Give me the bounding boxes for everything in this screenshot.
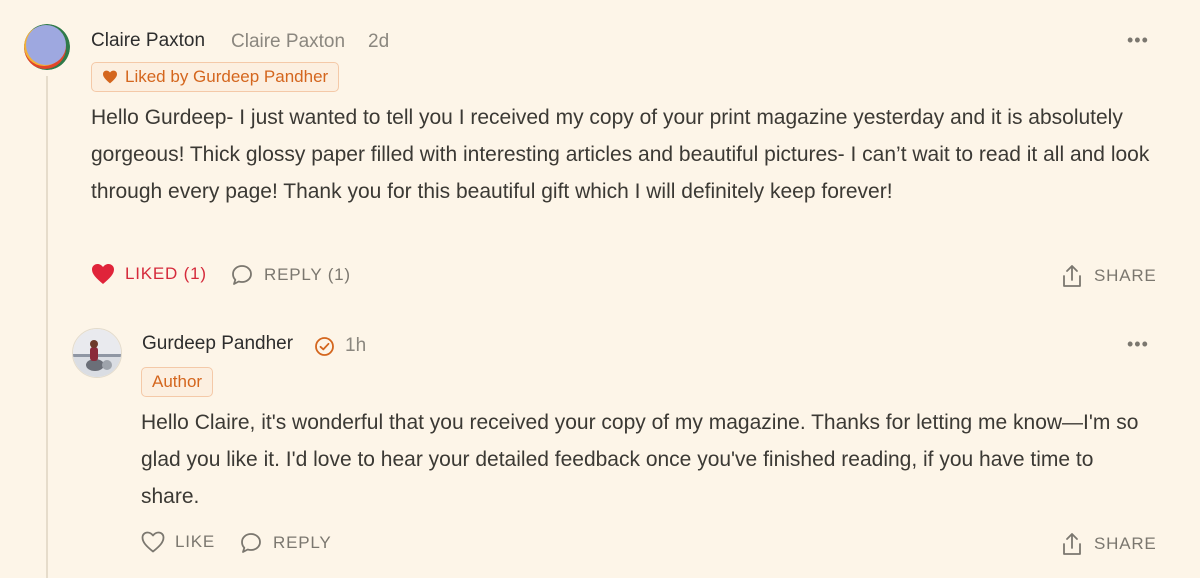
avatar[interactable] (24, 24, 70, 70)
reply-button[interactable]: REPLY (239, 531, 332, 555)
comment-author-name[interactable]: Claire Paxton (91, 30, 205, 52)
reply-label: REPLY (1) (264, 265, 351, 284)
more-icon: ••• (1127, 334, 1149, 354)
share-icon (1060, 263, 1084, 289)
share-label: SHARE (1094, 534, 1157, 553)
share-button[interactable]: SHARE (1060, 263, 1157, 289)
liked-button[interactable]: LIKED (1) (91, 263, 207, 285)
heart-icon (91, 263, 115, 285)
share-button[interactable]: SHARE (1060, 531, 1157, 557)
comment-icon (230, 263, 254, 287)
author-badge-label: Author (152, 372, 203, 391)
comment-timestamp[interactable]: 2d (368, 31, 389, 53)
comment-author-handle[interactable]: Claire Paxton (231, 31, 345, 53)
like-label: LIKE (175, 532, 216, 551)
reply-author-name[interactable]: Gurdeep Pandher (142, 333, 293, 355)
more-options-button[interactable]: ••• (1127, 334, 1149, 355)
heart-icon (102, 70, 118, 84)
comment-body: Hello Gurdeep- I just wanted to tell you… (91, 106, 1150, 203)
share-label: SHARE (1094, 266, 1157, 285)
heart-icon (141, 531, 165, 553)
more-options-button[interactable]: ••• (1127, 30, 1149, 51)
like-button[interactable]: LIKE (141, 531, 215, 553)
reply-label: REPLY (273, 533, 332, 552)
thread-line (46, 76, 48, 578)
liked-by-label: Liked by Gurdeep Pandher (125, 67, 329, 86)
liked-by-badge: Liked by Gurdeep Pandher (91, 62, 340, 92)
reply-button[interactable]: REPLY (1) (230, 263, 351, 287)
verified-icon (314, 336, 335, 357)
comment-icon (239, 531, 263, 555)
avatar[interactable] (72, 328, 122, 378)
author-badge: Author (141, 367, 214, 397)
more-icon: ••• (1127, 30, 1149, 50)
reply-body: Hello Claire, it's wonderful that you re… (141, 411, 1139, 508)
share-icon (1060, 531, 1084, 557)
liked-label: LIKED (1) (125, 264, 207, 283)
reply-timestamp[interactable]: 1h (345, 335, 366, 357)
